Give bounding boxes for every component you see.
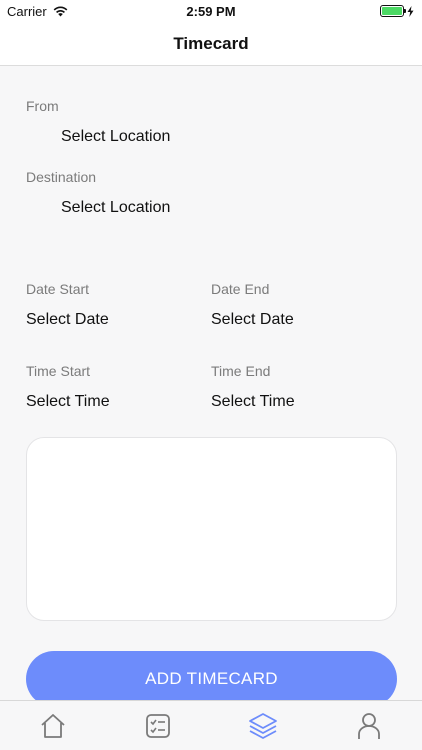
date-end-select[interactable]: Select Date xyxy=(211,311,294,329)
tab-profile[interactable] xyxy=(354,711,384,741)
page-title: Timecard xyxy=(173,33,249,53)
notes-textarea[interactable] xyxy=(26,437,397,621)
from-label: From xyxy=(26,98,59,114)
tab-home[interactable] xyxy=(38,711,68,741)
user-icon xyxy=(358,713,380,739)
tab-tasks[interactable] xyxy=(143,711,173,741)
time-start-label: Time Start xyxy=(26,363,91,379)
destination-location-select[interactable]: Select Location xyxy=(61,199,170,217)
date-start-label: Date Start xyxy=(26,281,90,297)
time-start-select[interactable]: Select Time xyxy=(26,393,110,411)
add-timecard-button[interactable]: ADD TIMECARD xyxy=(26,651,397,707)
checklist-icon xyxy=(146,714,170,738)
battery-indicator xyxy=(380,5,414,17)
date-start-select[interactable]: Select Date xyxy=(26,311,109,329)
tab-bar xyxy=(0,700,422,750)
tab-timecards[interactable] xyxy=(248,711,278,741)
status-bar: Carrier 2:59 PM xyxy=(0,0,422,22)
status-time: 2:59 PM xyxy=(186,4,236,19)
navigation-bar: Timecard xyxy=(0,22,422,66)
layers-icon xyxy=(249,713,277,739)
battery-icon xyxy=(380,5,406,17)
battery-level-fill xyxy=(382,7,402,15)
home-icon xyxy=(41,714,65,738)
time-end-label: Time End xyxy=(211,363,271,379)
from-location-select[interactable]: Select Location xyxy=(61,128,170,146)
bolt-icon xyxy=(407,5,414,17)
date-end-label: Date End xyxy=(211,281,270,297)
destination-label: Destination xyxy=(26,169,97,185)
time-end-select[interactable]: Select Time xyxy=(211,393,295,411)
